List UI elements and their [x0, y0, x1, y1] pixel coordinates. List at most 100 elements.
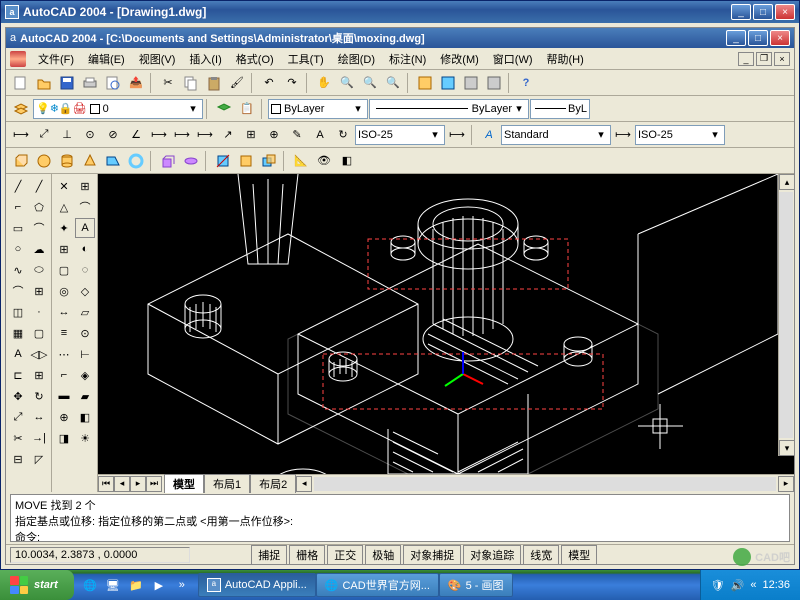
tray-icon[interactable]: 🛡: [711, 579, 725, 592]
scroll-down-icon[interactable]: ▾: [779, 440, 794, 456]
pan-icon[interactable]: ✋: [313, 72, 335, 94]
dropdown-arrow-icon[interactable]: ▾: [512, 102, 526, 115]
dim-diameter-icon[interactable]: ⊘: [102, 124, 124, 146]
properties-icon[interactable]: [414, 72, 436, 94]
menu-draw[interactable]: 绘图(D): [332, 49, 381, 69]
close-button[interactable]: ×: [775, 4, 795, 20]
vertical-scrollbar[interactable]: ▴ ▾: [778, 174, 794, 456]
pline-icon[interactable]: ⌐: [8, 197, 28, 217]
hatch-icon[interactable]: ▦: [8, 323, 28, 343]
box-icon[interactable]: [10, 150, 32, 172]
grid-button[interactable]: 栅格: [289, 545, 325, 565]
osnap-button[interactable]: 对象捕捉: [403, 545, 461, 565]
slice-icon[interactable]: [212, 150, 234, 172]
dim-angular-icon[interactable]: ∠: [125, 124, 147, 146]
menu-format[interactable]: 格式(O): [230, 49, 280, 69]
menu-edit[interactable]: 编辑(E): [82, 49, 131, 69]
dropdown-arrow-icon[interactable]: ▾: [428, 128, 442, 141]
task-browser[interactable]: 🌐CAD世界官方网...: [316, 573, 439, 597]
tab-next-icon[interactable]: ▸: [130, 476, 146, 492]
rectangle-icon[interactable]: ▭: [8, 218, 28, 238]
stretch-icon[interactable]: ↔: [29, 407, 49, 427]
table-icon[interactable]: ⊞: [54, 239, 74, 259]
hscroll-track[interactable]: [314, 477, 776, 491]
undo-icon[interactable]: ↶: [258, 72, 280, 94]
new-icon[interactable]: [10, 72, 32, 94]
plot-icon[interactable]: [79, 72, 101, 94]
wedge-icon[interactable]: [102, 150, 124, 172]
open-icon[interactable]: [33, 72, 55, 94]
save-icon[interactable]: [56, 72, 78, 94]
render-icon[interactable]: ☀: [75, 428, 95, 448]
help-icon[interactable]: ?: [515, 72, 537, 94]
explorer-icon[interactable]: 📁: [126, 575, 146, 595]
otrack-button[interactable]: 对象追踪: [463, 545, 521, 565]
chamfer-icon[interactable]: ◸: [29, 449, 49, 469]
menu-modify[interactable]: 修改(M): [434, 49, 485, 69]
revolve-icon[interactable]: [180, 150, 202, 172]
mtext-icon[interactable]: A: [75, 218, 95, 238]
setup-view-icon[interactable]: 👁: [313, 150, 335, 172]
task-paint[interactable]: 🎨5 - 画图: [439, 573, 513, 597]
erase-icon[interactable]: ✕: [54, 176, 74, 196]
drawing-canvas[interactable]: ▴ ▾: [98, 174, 794, 474]
dim-tedit-icon[interactable]: A: [309, 124, 331, 146]
inner-close-button[interactable]: ×: [770, 30, 790, 46]
mdi-minimize-button[interactable]: _: [738, 52, 754, 66]
rotate-icon[interactable]: ↻: [29, 386, 49, 406]
3dorbit-icon[interactable]: ⊕: [54, 407, 74, 427]
pface-icon[interactable]: ▰: [75, 386, 95, 406]
desktop-icon[interactable]: 🖥: [103, 575, 123, 595]
inner-maximize-button[interactable]: □: [748, 30, 768, 46]
tab-first-icon[interactable]: ⏮: [98, 476, 114, 492]
view-icon[interactable]: ◈: [75, 365, 95, 385]
linetype-combo[interactable]: ByLayer ▾: [369, 99, 529, 119]
area-icon[interactable]: ▱: [75, 302, 95, 322]
polygon-icon[interactable]: ⬠: [29, 197, 49, 217]
layer-manager-icon[interactable]: [10, 98, 32, 120]
array-icon[interactable]: ⊞: [29, 365, 49, 385]
dimstyle-icon[interactable]: ⟼: [446, 124, 468, 146]
ellipse-icon[interactable]: ⬭: [29, 260, 49, 280]
move-icon[interactable]: ✥: [8, 386, 28, 406]
id-icon[interactable]: ⊙: [75, 323, 95, 343]
boundary-icon[interactable]: ▢: [54, 260, 74, 280]
dim-linear-icon[interactable]: ⟼: [10, 124, 32, 146]
revcloud-icon[interactable]: ☁: [29, 239, 49, 259]
layer-states-icon[interactable]: 📋: [236, 98, 258, 120]
torus-icon[interactable]: [125, 150, 147, 172]
layer-prev-icon[interactable]: [213, 98, 235, 120]
zoom-prev-icon[interactable]: 🔍: [382, 72, 404, 94]
text-style-icon[interactable]: A: [478, 124, 500, 146]
dim-radius-icon[interactable]: ⊙: [79, 124, 101, 146]
block-icon[interactable]: ◫: [8, 302, 28, 322]
dropdown-arrow-icon[interactable]: ▾: [186, 102, 200, 115]
dim-center-icon[interactable]: ⊕: [263, 124, 285, 146]
ie-icon[interactable]: 🌐: [80, 575, 100, 595]
cylinder-icon[interactable]: [56, 150, 78, 172]
dropdown-arrow-icon[interactable]: ▾: [351, 102, 365, 115]
mirror2-icon[interactable]: △: [54, 197, 74, 217]
scroll-right-icon[interactable]: ▸: [778, 476, 794, 492]
measure-icon[interactable]: ⊢: [75, 344, 95, 364]
scale-icon[interactable]: ⤢: [8, 407, 28, 427]
paste-icon[interactable]: [203, 72, 225, 94]
polar-button[interactable]: 极轴: [365, 545, 401, 565]
dim-baseline-icon[interactable]: ⟼: [171, 124, 193, 146]
menu-insert[interactable]: 插入(I): [183, 49, 227, 69]
scroll-up-icon[interactable]: ▴: [779, 174, 794, 190]
fillet-icon[interactable]: ⌒: [75, 197, 95, 217]
dim-ordinate-icon[interactable]: ⊥: [56, 124, 78, 146]
offset-icon[interactable]: ⊏: [8, 365, 28, 385]
sphere-icon[interactable]: [33, 150, 55, 172]
matchprop-icon[interactable]: 🖌: [226, 72, 248, 94]
dim-edit-icon[interactable]: ✎: [286, 124, 308, 146]
line-icon[interactable]: ╱: [8, 176, 28, 196]
command-line[interactable]: MOVE 找到 2 个 指定基点或位移: 指定位移的第二点或 <用第一点作位移>…: [10, 494, 790, 542]
menu-dimension[interactable]: 标注(N): [383, 49, 432, 69]
mdi-restore-button[interactable]: ❐: [756, 52, 772, 66]
circle-icon[interactable]: ○: [8, 239, 28, 259]
dist-icon[interactable]: ↔: [54, 302, 74, 322]
publish-icon[interactable]: 📤: [125, 72, 147, 94]
tray-more-icon[interactable]: «: [750, 579, 756, 591]
